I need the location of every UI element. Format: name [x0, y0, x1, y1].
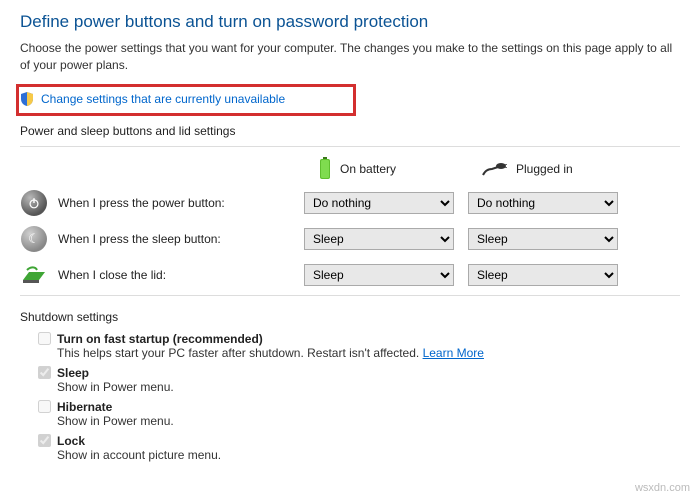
page-title: Define power buttons and turn on passwor…: [20, 12, 680, 32]
divider: [20, 146, 680, 147]
hibernate-label: Hibernate: [57, 400, 112, 414]
power-button-label: When I press the power button:: [58, 196, 225, 210]
sleep-desc: Show in Power menu.: [57, 380, 680, 394]
change-settings-highlight: Change settings that are currently unava…: [16, 84, 356, 116]
close-lid-battery-select[interactable]: Sleep: [304, 264, 454, 286]
power-button-row-label: When I press the power button:: [20, 189, 290, 217]
hibernate-desc: Show in Power menu.: [57, 414, 680, 428]
fast-startup-desc: This helps start your PC faster after sh…: [57, 346, 680, 360]
watermark: wsxdn.com: [635, 482, 690, 494]
lock-desc: Show in account picture menu.: [57, 448, 680, 462]
sleep-button-label: When I press the sleep button:: [58, 232, 221, 246]
sleep-button-plugged-select[interactable]: Sleep: [468, 228, 618, 250]
divider: [20, 295, 680, 296]
power-button-icon: [20, 189, 48, 217]
plug-icon: [482, 161, 508, 177]
sleep-checkbox[interactable]: [38, 366, 51, 379]
change-settings-link[interactable]: Change settings that are currently unava…: [41, 92, 285, 106]
hibernate-checkbox[interactable]: [38, 400, 51, 413]
power-button-plugged-select[interactable]: Do nothing: [468, 192, 618, 214]
on-battery-label: On battery: [340, 162, 396, 176]
lock-label: Lock: [57, 434, 85, 448]
on-battery-header: On battery: [304, 157, 454, 181]
fast-startup-label: Turn on fast startup (recommended): [57, 332, 263, 346]
plugged-in-header: Plugged in: [468, 161, 618, 177]
power-grid: On battery Plugged in When I press the p…: [20, 157, 680, 289]
plugged-in-label: Plugged in: [516, 162, 573, 176]
power-button-battery-select[interactable]: Do nothing: [304, 192, 454, 214]
learn-more-link[interactable]: Learn More: [423, 346, 484, 360]
sleep-button-row-label: ☾ When I press the sleep button:: [20, 225, 290, 253]
buttons-and-lid-section-label: Power and sleep buttons and lid settings: [20, 124, 680, 138]
fast-startup-checkbox[interactable]: [38, 332, 51, 345]
sleep-label: Sleep: [57, 366, 89, 380]
shutdown-settings-label: Shutdown settings: [20, 310, 680, 324]
lock-item: Lock Show in account picture menu.: [38, 434, 680, 462]
battery-icon: [318, 157, 332, 181]
sleep-button-icon: ☾: [20, 225, 48, 253]
page-subtext: Choose the power settings that you want …: [20, 40, 680, 74]
sleep-item: Sleep Show in Power menu.: [38, 366, 680, 394]
fast-startup-item: Turn on fast startup (recommended) This …: [38, 332, 680, 360]
close-lid-row-label: When I close the lid:: [20, 261, 290, 289]
lid-icon: [20, 261, 48, 289]
close-lid-label: When I close the lid:: [58, 268, 166, 282]
sleep-button-battery-select[interactable]: Sleep: [304, 228, 454, 250]
lock-checkbox[interactable]: [38, 434, 51, 447]
hibernate-item: Hibernate Show in Power menu.: [38, 400, 680, 428]
shield-icon: [19, 91, 35, 107]
close-lid-plugged-select[interactable]: Sleep: [468, 264, 618, 286]
